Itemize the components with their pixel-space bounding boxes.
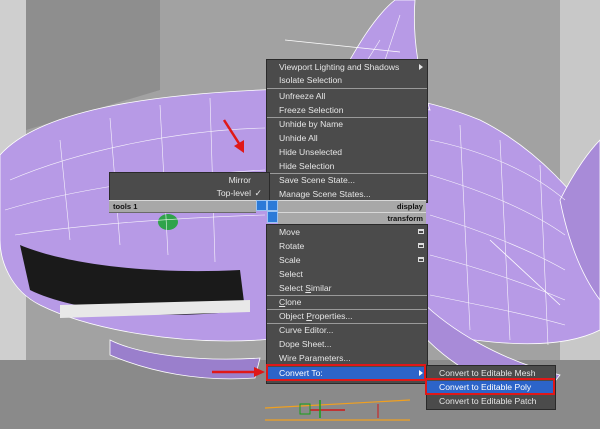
- menu-item-move[interactable]: Move: [267, 226, 427, 239]
- menu-item-curve-editor[interactable]: Curve Editor...: [267, 324, 427, 337]
- menu-item-unfreeze-all[interactable]: Unfreeze All: [267, 90, 427, 103]
- menu-item-hide-unselected[interactable]: Hide Unselected: [267, 146, 427, 159]
- menu-item-hide-selection[interactable]: Hide Selection: [267, 160, 427, 173]
- menu-item-convert-editable-patch[interactable]: Convert to Editable Patch: [427, 395, 555, 408]
- menu-item-rotate[interactable]: Rotate: [267, 240, 427, 253]
- menu-item-scale[interactable]: Scale: [267, 254, 427, 267]
- submenu-arrow-icon: [419, 64, 423, 70]
- shark-eye: [158, 214, 178, 230]
- quad-menu-transform: Move Rotate Scale Select Select Similar …: [266, 224, 428, 384]
- menu-item-freeze-selection[interactable]: Freeze Selection: [267, 104, 427, 117]
- menu-item-clone[interactable]: Clone: [267, 296, 427, 309]
- quad-center-tr[interactable]: [267, 200, 278, 211]
- quad-header-tools: tools 1: [109, 200, 256, 213]
- menu-item-viewport-lighting[interactable]: Viewport Lighting and Shadows: [267, 61, 427, 74]
- quad-menu-display: Viewport Lighting and Shadows Isolate Se…: [266, 59, 428, 203]
- menu-item-top-level[interactable]: Top-level ✓: [110, 187, 269, 200]
- menu-item-select-similar[interactable]: Select Similar: [267, 282, 427, 295]
- menu-item-select[interactable]: Select: [267, 268, 427, 281]
- menu-item-isolate-selection[interactable]: Isolate Selection: [267, 74, 427, 87]
- quad-menu-tools: Mirror Top-level ✓: [109, 172, 270, 202]
- menu-separator: [267, 88, 427, 89]
- quad-center-tl[interactable]: [256, 200, 267, 211]
- highlight-box-convert-to: [266, 364, 426, 381]
- menu-item-mirror[interactable]: Mirror: [110, 174, 269, 187]
- highlight-box-convert-poly: [425, 378, 555, 395]
- options-box-icon[interactable]: [418, 257, 424, 262]
- menu-item-unhide-by-name[interactable]: Unhide by Name: [267, 118, 427, 131]
- quad-center-br[interactable]: [267, 211, 278, 223]
- menu-item-unhide-all[interactable]: Unhide All: [267, 132, 427, 145]
- checkmark-icon: ✓: [254, 188, 262, 198]
- options-box-icon[interactable]: [418, 243, 424, 248]
- menu-item-dope-sheet[interactable]: Dope Sheet...: [267, 338, 427, 351]
- options-box-icon[interactable]: [418, 229, 424, 234]
- menu-item-save-scene-state[interactable]: Save Scene State...: [267, 174, 427, 187]
- menu-item-object-properties[interactable]: Object Properties...: [267, 310, 427, 323]
